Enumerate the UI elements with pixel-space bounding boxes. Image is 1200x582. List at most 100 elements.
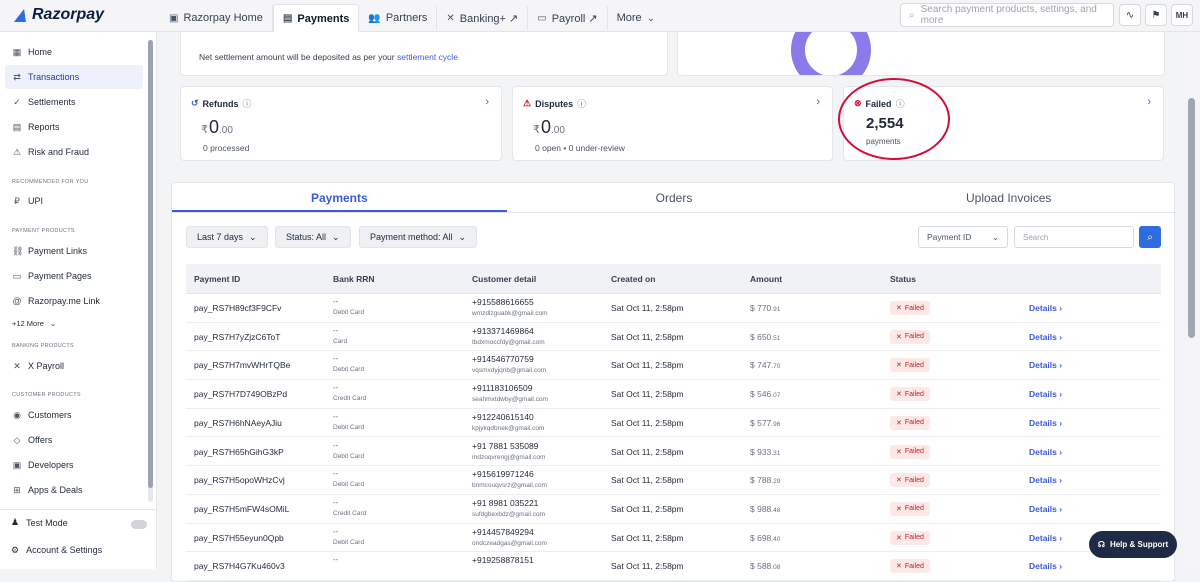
details-link[interactable]: Details › (1029, 303, 1062, 313)
sidebar-item-x-payroll[interactable]: ✕ X Payroll (5, 354, 143, 378)
sidebar-item-razorpay-me-link[interactable]: @ Razorpay.me Link (5, 289, 143, 313)
sidebar-item-apps-deals[interactable]: ⊞ Apps & Deals (5, 478, 143, 502)
sidebar-item-settlements[interactable]: ✓ Settlements (5, 90, 143, 114)
payment-id[interactable]: pay_RS7H55eyun0Qpb (194, 533, 284, 543)
table-row[interactable]: pay_RS7H7mvWHrTQBe -- Debit Card +914546770… (186, 351, 1161, 381)
sidebar-item-home[interactable]: ▦ Home (5, 40, 143, 64)
created-on: Sat Oct 11, 2:58pm (611, 417, 684, 428)
table-row[interactable]: pay_RS7H65hGihG3kP -- Debit Card +91 7881 5… (186, 438, 1161, 467)
search-field-select[interactable]: Payment ID ⌄ (918, 226, 1008, 248)
tab-upload-invoices[interactable]: Upload Invoices (841, 183, 1176, 212)
amount-cents: .48 (771, 506, 781, 514)
tab-payroll[interactable]: ▭ Payroll ↗ (528, 6, 608, 30)
sidebar-item-upi[interactable]: ₽ UPI (5, 189, 143, 213)
sidebar-scrollbar-thumb[interactable] (148, 40, 153, 488)
help-support-button[interactable]: ☊ Help & Support (1089, 531, 1177, 558)
payment-id[interactable]: pay_RS7H7yZjzC6ToT (194, 332, 280, 342)
payment-id[interactable]: pay_RS7H7mvWHrTQBe (194, 360, 290, 370)
details-link[interactable]: Details › (1029, 475, 1062, 485)
refunds-card[interactable]: ↺ Refunds ⓘ › ₹0.00 0 processed (180, 86, 502, 161)
payment-id[interactable]: pay_RS7H7D749OBzPd (194, 389, 287, 399)
details-link[interactable]: Details › (1029, 418, 1062, 428)
details-link[interactable]: Details › (1029, 504, 1062, 514)
details-link[interactable]: Details › (1029, 533, 1062, 543)
sidebar-item-payment-pages[interactable]: ▭ Payment Pages (5, 264, 143, 288)
bank-rrn: -- (333, 325, 339, 335)
section-heading: Banking products (12, 343, 74, 349)
payment-id[interactable]: pay_RS7H65hGihG3kP (194, 447, 284, 457)
sidebar-item-reports[interactable]: ▤ Reports (5, 115, 143, 139)
tab-orders[interactable]: Orders (507, 183, 842, 212)
account-settings-label: Account & Settings (26, 545, 103, 555)
table-row[interactable]: pay_RS7H89cf3F9CFv -- Debit Card +915588616… (186, 294, 1161, 323)
product-tabs: ▣ Razorpay Home ▤ Payments 👥 Partners ✕ Bank… (160, 4, 664, 32)
sidebar-item-customers[interactable]: ◉ Customers (5, 403, 143, 427)
table-row[interactable]: pay_RS7H5mFW4sOMiL -- Credit Card +91 8981 … (186, 495, 1161, 524)
donut-ring (791, 32, 871, 75)
table-row[interactable]: pay_RS7H5opoWHzCvj -- Debit Card +915619971… (186, 466, 1161, 495)
chevron-right-icon[interactable]: › (485, 96, 489, 108)
sidebar-item-transactions[interactable]: ⇄ Transactions (5, 65, 143, 89)
test-mode-toggle[interactable] (131, 520, 147, 529)
activity-button[interactable]: ∿ (1119, 4, 1141, 26)
razorpay-logo-icon (13, 8, 31, 22)
tab-more[interactable]: More ⌄ (608, 6, 664, 30)
settlement-cycle-link[interactable]: settlement cycle (397, 52, 458, 62)
avatar[interactable]: MH (1171, 4, 1193, 26)
amount: $ 988.48 (750, 504, 780, 514)
tab-partners[interactable]: 👥 Partners (359, 6, 438, 30)
search-button[interactable]: ⌕ (1139, 226, 1161, 248)
global-search-input[interactable]: ⌕ Search payment products, settings, and… (900, 3, 1114, 27)
amount-cents: .70 (771, 363, 781, 371)
details-link[interactable]: Details › (1029, 332, 1062, 342)
table-row[interactable]: pay_RS7H55eyun0Qpb -- Debit Card +914457849… (186, 524, 1161, 553)
page-scrollbar-thumb[interactable] (1188, 98, 1195, 338)
status-text: Failed (904, 304, 924, 312)
tab-label: Razorpay Home (183, 12, 263, 24)
amount-value: $ 770 (750, 303, 772, 313)
payment-id[interactable]: pay_RS7H6hNAeyAJiu (194, 418, 282, 428)
table-row[interactable]: pay_RS7H7D749OBzPd -- Credit Card +91118310… (186, 380, 1161, 409)
disputes-card[interactable]: ⚠ Disputes ⓘ › ₹0.00 0 open • 0 under-revi… (512, 86, 833, 161)
details-link[interactable]: Details › (1029, 447, 1062, 457)
announcements-button[interactable]: ⚑ (1145, 4, 1167, 26)
payments-search-input[interactable]: Search (1014, 226, 1134, 248)
tab-razorpay-home[interactable]: ▣ Razorpay Home (160, 6, 273, 30)
date-filter[interactable]: Last 7 days ⌄ (186, 226, 268, 248)
table-row[interactable]: pay_RS7H4G7Ku460v3 -- +919258878151 Sat Oct… (186, 552, 1161, 581)
sidebar-item-risk-and-fraud[interactable]: ⚠ Risk and Fraud (5, 140, 143, 164)
table-row[interactable]: pay_RS7H7yZjzC6ToT -- Card +913371469864 tbd… (186, 323, 1161, 352)
chevron-right-icon[interactable]: › (816, 96, 820, 108)
tab-payments[interactable]: ▤ Payments (272, 4, 360, 32)
account-settings-link[interactable]: ⚙ Account & Settings (0, 537, 156, 563)
details-link[interactable]: Details › (1029, 389, 1062, 399)
sidebar-more-toggle[interactable]: +12 More ⌄ (5, 311, 143, 335)
amount-cents: .91 (771, 306, 781, 313)
amount-cents: .08 (771, 564, 781, 572)
payment-method-filter[interactable]: Payment method: All ⌄ (359, 226, 478, 248)
amount-value: $ 650 (750, 331, 772, 342)
customer-email: wmzdlzguabk@gmail.com (472, 310, 548, 317)
column-header: Bank RRN (333, 274, 375, 284)
status-filter[interactable]: Status: All ⌄ (275, 226, 351, 248)
sidebar-item-payment-links[interactable]: ⛓ Payment Links (5, 239, 143, 263)
payment-id[interactable]: pay_RS7H5opoWHzCvj (194, 475, 285, 485)
details-label: Details (1029, 360, 1057, 371)
tab-banking-plus[interactable]: ✕ Banking+ ↗ (437, 6, 529, 30)
amount-value: $ 698 (750, 532, 772, 543)
details-link[interactable]: Details › (1029, 561, 1062, 571)
sidebar-item-developers[interactable]: ▣ Developers (5, 453, 143, 477)
payment-id[interactable]: pay_RS7H5mFW4sOMiL (194, 504, 289, 514)
details-link[interactable]: Details › (1029, 360, 1062, 370)
payment-id[interactable]: pay_RS7H89cf3F9CFv (194, 303, 281, 313)
bank-rrn: -- (333, 526, 339, 536)
chevron-down-icon: ⌄ (458, 231, 467, 242)
code-icon: ▣ (12, 459, 22, 470)
refunds-sub: 0 processed (203, 143, 250, 153)
chevron-right-icon[interactable]: › (1147, 96, 1151, 108)
tab-payments-list[interactable]: Payments (172, 183, 507, 212)
razorpay-logo[interactable]: Razorpay (13, 6, 104, 24)
payment-id[interactable]: pay_RS7H4G7Ku460v3 (194, 561, 285, 571)
table-row[interactable]: pay_RS7H6hNAeyAJiu -- Debit Card +912240615… (186, 409, 1161, 438)
sidebar-item-offers[interactable]: ◇ Offers (5, 428, 143, 452)
